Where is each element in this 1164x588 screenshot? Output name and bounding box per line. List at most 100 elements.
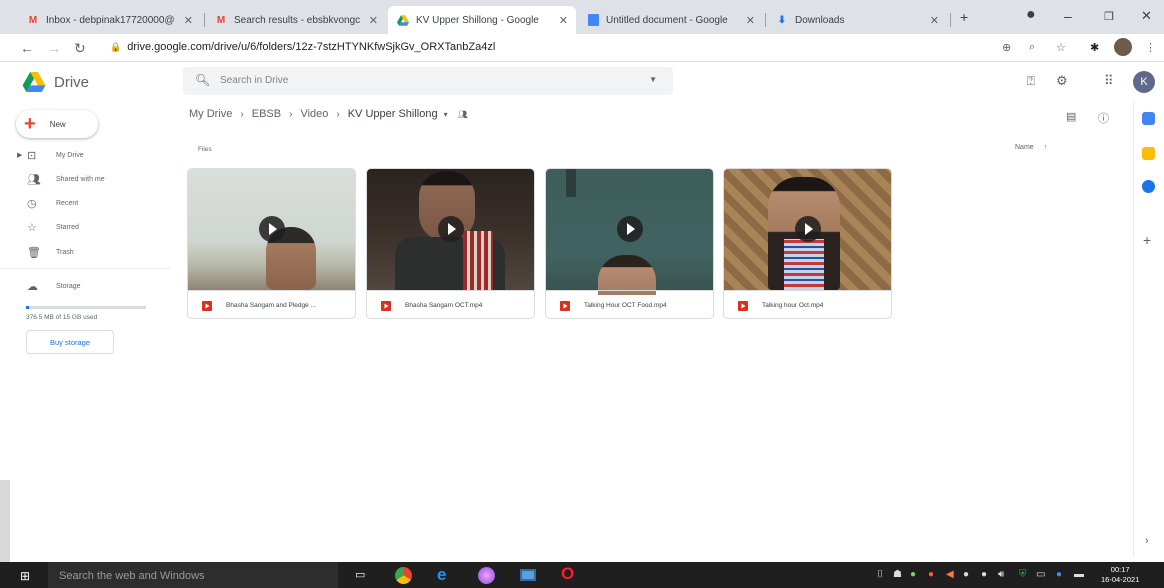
tray-app-icon[interactable]: ● (1056, 569, 1062, 580)
play-icon[interactable] (259, 216, 285, 242)
tab-untitled-document[interactable]: Untitled document - Google ✕ (578, 6, 763, 34)
tray-app-icon[interactable]: ● (963, 569, 969, 580)
play-icon[interactable] (438, 216, 464, 242)
close-icon[interactable]: ✕ (184, 14, 193, 27)
volume-icon[interactable]: 🔊︎ (998, 569, 1004, 580)
window-close-icon[interactable]: ✕ (1141, 8, 1152, 24)
windows-start-icon[interactable]: ⊞ (20, 569, 30, 583)
sidebar-item-starred[interactable]: ☆ Starred (0, 217, 170, 241)
help-icon[interactable]: ⍰ (1027, 73, 1035, 89)
buy-storage-button[interactable]: Buy storage (26, 330, 114, 354)
shared-folder-icon: 👥︎ (457, 109, 468, 119)
tab-inbox[interactable]: M Inbox - debpinak17720000@ ✕ (18, 6, 201, 34)
sort-by-name[interactable]: Name ↑ (1015, 144, 1047, 151)
zoom-icon[interactable]: ⌕ (1029, 41, 1035, 54)
keep-icon[interactable] (1142, 147, 1155, 160)
new-button-label: New (49, 119, 66, 129)
breadcrumb-ebsb[interactable]: EBSB (252, 108, 281, 120)
reload-icon[interactable]: ↻ (74, 40, 86, 57)
play-icon[interactable] (617, 216, 643, 242)
notification-icon[interactable]: ⌷ (877, 569, 883, 580)
people-icon[interactable]: ☗ (893, 569, 902, 580)
sidebar-item-my-drive[interactable]: ▶ ⊡ My Drive (0, 145, 170, 169)
app-title[interactable]: Drive (54, 74, 89, 91)
chevron-down-icon[interactable]: ▾ (444, 110, 448, 119)
tab-search-results[interactable]: M Search results - ebsbkvongc ✕ (206, 6, 386, 34)
restore-icon[interactable]: ❐ (1104, 10, 1114, 23)
profile-avatar-icon[interactable] (1114, 38, 1132, 56)
file-card[interactable]: Bhasha Sangam OCT.mp4 (366, 168, 535, 319)
close-icon[interactable]: ✕ (746, 14, 755, 27)
security-shield-icon[interactable]: ⛨ (1019, 569, 1027, 580)
file-card-footer: Bhasha Sangam OCT.mp4 (367, 290, 534, 318)
action-center-icon[interactable]: ▬ (1074, 569, 1084, 580)
drive-logo-icon[interactable] (22, 72, 46, 92)
forward-icon[interactable]: → (47, 40, 61, 56)
calendar-icon[interactable] (1142, 112, 1155, 125)
edge-taskbar-icon[interactable]: e (437, 565, 446, 585)
file-card[interactable]: Talking Hour OCT Food.mp4 (545, 168, 714, 319)
breadcrumb-video[interactable]: Video (300, 108, 328, 120)
task-view-icon[interactable]: ▭ (355, 568, 365, 581)
menu-dots-icon[interactable]: ⋮ (1145, 41, 1156, 54)
url-field[interactable]: 🔒 drive.google.com/drive/u/6/folders/12z-… (110, 41, 495, 53)
sidebar-item-recent[interactable]: ◷ Recent (0, 193, 170, 217)
search-options-icon[interactable]: ▼ (649, 75, 657, 84)
media-taskbar-icon[interactable] (520, 569, 536, 581)
video-thumbnail (188, 169, 355, 290)
taskbar-search-placeholder: Search the web and Windows (59, 570, 205, 582)
translate-icon[interactable]: ⊕ (1002, 41, 1011, 54)
tab-title: Downloads (795, 14, 845, 26)
back-icon[interactable]: ← (20, 40, 34, 56)
tab-title: Untitled document - Google (606, 14, 728, 26)
new-button[interactable]: + New (16, 110, 98, 138)
sidebar-item-trash[interactable]: 🗑︎ Trash (0, 242, 170, 266)
settings-icon[interactable]: ⚙ (1056, 73, 1068, 89)
search-placeholder: Search in Drive (220, 75, 289, 86)
new-tab-button[interactable]: + (960, 9, 968, 25)
chevron-right-icon[interactable]: › (1145, 535, 1149, 547)
tray-app-icon[interactable]: ● (928, 569, 934, 580)
close-icon[interactable]: ✕ (559, 14, 568, 27)
system-clock[interactable]: 00:17 16-04-2021 (1101, 565, 1139, 585)
bookmark-star-icon[interactable]: ☆ (1056, 41, 1066, 54)
tray-app-icon[interactable]: ● (981, 569, 987, 580)
gmail-icon: M (216, 14, 226, 26)
tab-downloads[interactable]: ⬇ Downloads ✕ (767, 6, 947, 34)
list-view-icon[interactable]: ▤ (1066, 110, 1076, 123)
tray-app-icon[interactable]: ◀ (946, 569, 954, 580)
file-card[interactable]: Talking hour Oct.mp4 (723, 168, 892, 319)
network-icon[interactable]: ▭ (1036, 569, 1045, 580)
app-taskbar-icon[interactable] (478, 567, 495, 584)
tab-kv-upper-shillong[interactable]: KV Upper Shillong - Google ✕ (388, 6, 576, 34)
video-file-icon (560, 301, 570, 311)
breadcrumb-current-folder[interactable]: KV Upper Shillong (348, 108, 438, 120)
file-card[interactable]: Bhasha Sangam and Pledge ... (187, 168, 356, 319)
extensions-icon[interactable]: ✱ (1090, 41, 1099, 54)
opera-taskbar-icon[interactable]: O (561, 564, 574, 584)
sidebar-item-shared-with-me[interactable]: 👥︎ Shared with me (0, 169, 170, 193)
search-input[interactable]: 🔍︎ Search in Drive ▼ (183, 67, 673, 95)
breadcrumb-my-drive[interactable]: My Drive (189, 108, 232, 120)
add-addon-icon[interactable]: + (1143, 232, 1151, 248)
tray-app-icon[interactable]: ● (910, 569, 916, 580)
apps-grid-icon[interactable]: ⠿ (1104, 73, 1114, 89)
docs-icon (586, 13, 600, 27)
drive-header: Drive 🔍︎ Search in Drive ▼ ⍰ ⚙ ⠿ K (0, 62, 1164, 102)
play-icon[interactable] (795, 216, 821, 242)
profile-dot-icon[interactable]: ● (1026, 6, 1036, 24)
taskbar-search-input[interactable]: Search the web and Windows (48, 562, 338, 588)
info-icon[interactable]: ⓘ (1098, 110, 1109, 126)
close-icon[interactable]: ✕ (930, 14, 939, 27)
clock-icon: ◷ (27, 198, 37, 210)
minimize-icon[interactable]: – (1064, 8, 1072, 24)
arrow-up-icon[interactable]: ↑ (1044, 144, 1048, 151)
expand-arrow-icon[interactable]: ▶ (17, 151, 22, 159)
account-avatar[interactable]: K (1133, 71, 1155, 93)
tab-divider (950, 13, 951, 27)
close-icon[interactable]: ✕ (369, 14, 378, 27)
sidebar-item-storage[interactable]: ☁︎ Storage (0, 276, 170, 300)
chrome-taskbar-icon[interactable] (395, 567, 412, 584)
tasks-icon[interactable] (1142, 180, 1155, 193)
search-icon[interactable]: 🔍︎ (195, 73, 210, 87)
